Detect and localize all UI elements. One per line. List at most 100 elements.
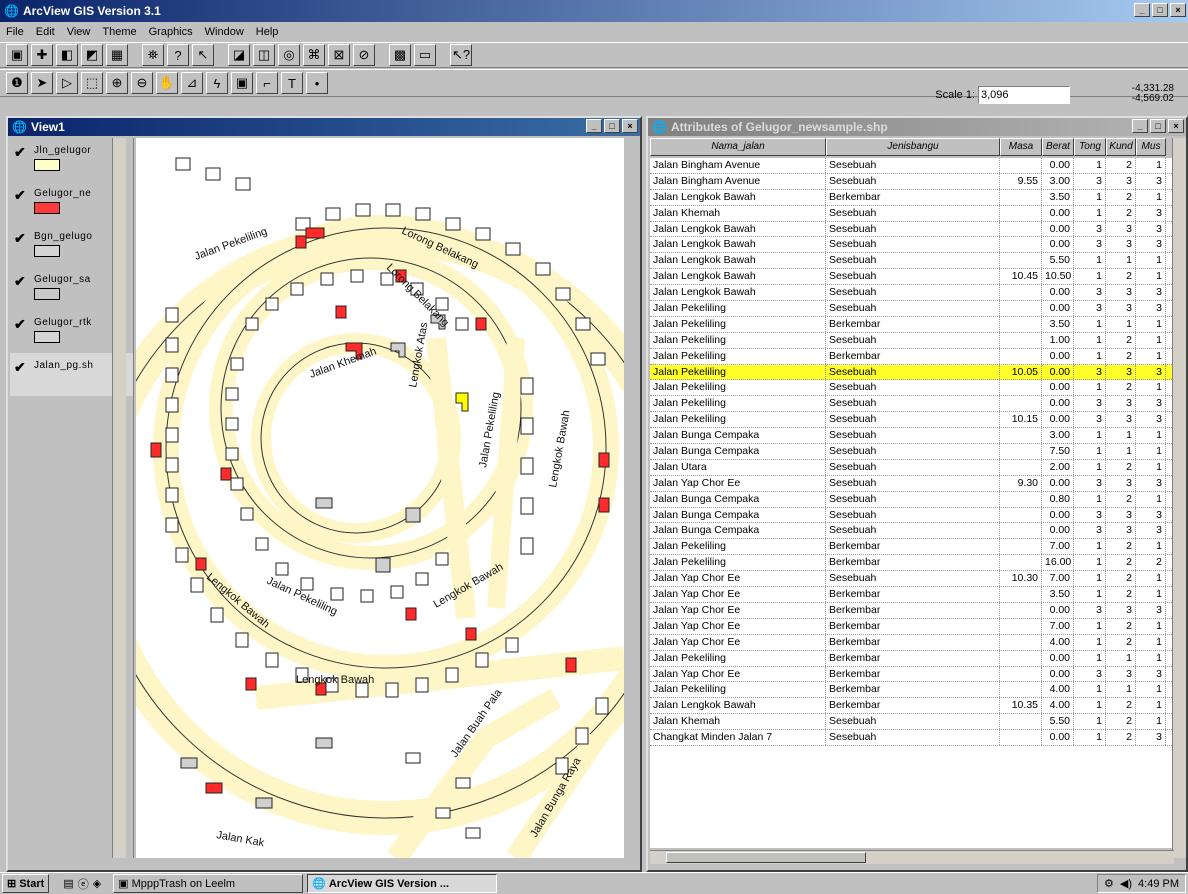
table-cell[interactable]: 1 (1074, 491, 1106, 507)
table-cell[interactable] (1000, 714, 1042, 730)
table-cell[interactable]: 3 (1136, 396, 1166, 412)
hotlink-icon[interactable]: ϟ (206, 72, 228, 94)
table-cell[interactable]: Berkembar (826, 650, 1000, 666)
table-cell[interactable]: 0.00 (1042, 348, 1074, 364)
table-cell[interactable]: 1 (1074, 682, 1106, 698)
column-header[interactable]: Jenisbangu (826, 138, 1000, 156)
visibility-check-icon[interactable]: ✔ (14, 230, 26, 247)
table-cell[interactable] (1000, 348, 1042, 364)
zoom-full-icon[interactable]: ⌘ (303, 44, 325, 66)
table-cell[interactable]: 4.00 (1042, 698, 1074, 714)
table-cell[interactable] (1000, 555, 1042, 571)
table-cell[interactable]: 10.45 (1000, 269, 1042, 285)
table-row[interactable]: Jalan Khemah Sesebuah 5.50 1 2 1 (650, 714, 1178, 731)
table-cell[interactable] (1000, 332, 1042, 348)
table-cell[interactable]: Sesebuah (826, 523, 1000, 539)
add-theme-icon[interactable]: ✚ (31, 44, 53, 66)
table-cell[interactable]: Jalan Utara (650, 459, 826, 475)
select-theme-icon[interactable]: ◫ (253, 44, 275, 66)
internet-explorer-icon[interactable]: ⓔ (78, 876, 89, 892)
table-cell[interactable] (1000, 618, 1042, 634)
table-cell[interactable]: Jalan Yap Chor Ee (650, 634, 826, 650)
table-cell[interactable]: 1 (1136, 158, 1166, 173)
table-cell[interactable]: 1 (1106, 253, 1136, 269)
table-cell[interactable]: 1 (1074, 634, 1106, 650)
table-cell[interactable]: 0.00 (1042, 730, 1074, 745)
table-cell[interactable]: 3.50 (1042, 316, 1074, 332)
identify-icon[interactable]: ❶ (6, 72, 28, 94)
table-cell[interactable]: Sesebuah (826, 237, 1000, 253)
table-cell[interactable]: 0.00 (1042, 475, 1074, 491)
table-cell[interactable] (1000, 650, 1042, 666)
column-header[interactable]: Nama_jalan (650, 138, 826, 156)
table-cell[interactable]: Sesebuah (826, 380, 1000, 396)
table-cell[interactable]: 1 (1074, 459, 1106, 475)
table-cell[interactable]: 3 (1106, 507, 1136, 523)
table-row[interactable]: Jalan Bunga Cempaka Sesebuah 0.80 1 2 1 (650, 491, 1178, 508)
table-cell[interactable]: 1 (1074, 730, 1106, 745)
table-cell[interactable]: 3 (1136, 730, 1166, 745)
table-cell[interactable]: Sesebuah (826, 173, 1000, 189)
table-cell[interactable]: 3 (1106, 666, 1136, 682)
table-row[interactable]: Jalan Utara Sesebuah 2.00 1 2 1 (650, 459, 1178, 476)
table-cell[interactable]: 3.50 (1042, 189, 1074, 205)
table-cell[interactable]: Jalan Yap Chor Ee (650, 618, 826, 634)
table-cell[interactable]: 3 (1074, 221, 1106, 237)
table-cell[interactable] (1000, 491, 1042, 507)
table-cell[interactable]: 2 (1106, 634, 1136, 650)
draw-point-icon[interactable]: • (306, 72, 328, 94)
street-map[interactable]: Jalan Pekeliling Jalan Khemah Lorong Bel… (136, 138, 624, 858)
table-row[interactable]: Jalan Pekeliling Sesebuah 0.00 1 2 1 (650, 380, 1178, 397)
table-cell[interactable]: 3 (1074, 396, 1106, 412)
table-cell[interactable]: 1 (1074, 428, 1106, 444)
menu-graphics[interactable]: Graphics (149, 26, 193, 38)
table-cell[interactable]: Jalan Lengkok Bawah (650, 189, 826, 205)
table-cell[interactable]: 3 (1106, 173, 1136, 189)
table-cell[interactable]: 2 (1106, 491, 1136, 507)
table-cell[interactable]: 0.00 (1042, 380, 1074, 396)
table-cell[interactable] (1000, 634, 1042, 650)
open-table-icon[interactable]: ▦ (106, 44, 128, 66)
callout-icon[interactable]: ⌐ (256, 72, 278, 94)
table-cell[interactable]: 1 (1106, 444, 1136, 459)
table-cell[interactable]: Jalan Yap Chor Ee (650, 587, 826, 602)
table-cell[interactable]: 2 (1106, 730, 1136, 745)
table-cell[interactable]: 1 (1136, 618, 1166, 634)
table-cell[interactable]: 0.00 (1042, 666, 1074, 682)
table-row[interactable]: Jalan Yap Chor Ee Sesebuah 10.30 7.00 1 2 1 (650, 571, 1178, 588)
table-cell[interactable]: 2 (1106, 459, 1136, 475)
table-cell[interactable]: 1 (1074, 269, 1106, 285)
table-cell[interactable]: 1 (1074, 714, 1106, 730)
table-row[interactable]: Jalan Yap Chor Ee Berkembar 0.00 3 3 3 (650, 602, 1178, 619)
table-cell[interactable]: Sesebuah (826, 475, 1000, 491)
table-cell[interactable]: 0.00 (1042, 523, 1074, 539)
table-cell[interactable]: 4.00 (1042, 634, 1074, 650)
table-cell[interactable]: 3 (1074, 173, 1106, 189)
table-cell[interactable]: 1 (1074, 253, 1106, 269)
table-cell[interactable]: 1 (1136, 682, 1166, 698)
table-cell[interactable]: Jalan Pekeliling (650, 396, 826, 412)
locate-address-icon[interactable]: ↖ (192, 44, 214, 66)
table-cell[interactable] (1000, 253, 1042, 269)
channels-icon[interactable]: ◈ (93, 877, 101, 890)
column-header[interactable]: Berat (1042, 138, 1074, 156)
table-cell[interactable]: Berkembar (826, 316, 1000, 332)
start-button[interactable]: ⊞ Start (2, 874, 50, 893)
table-cell[interactable]: Sesebuah (826, 396, 1000, 412)
table-cell[interactable] (1000, 444, 1042, 459)
table-cell[interactable]: 3 (1136, 285, 1166, 301)
table-cell[interactable]: 2 (1106, 348, 1136, 364)
table-cell[interactable]: 3 (1074, 666, 1106, 682)
table-cell[interactable]: 1 (1074, 587, 1106, 602)
close-button[interactable]: × (1170, 3, 1186, 17)
table-row[interactable]: Jalan Yap Chor Ee Berkembar 3.50 1 2 1 (650, 587, 1178, 603)
table-cell[interactable]: 3 (1136, 364, 1166, 380)
table-cell[interactable]: 3.00 (1042, 173, 1074, 189)
table-cell[interactable]: 3 (1106, 221, 1136, 237)
table-cell[interactable]: Berkembar (826, 602, 1000, 618)
table-cell[interactable]: 0.00 (1042, 396, 1074, 412)
table-cell[interactable]: 1 (1136, 253, 1166, 269)
table-cell[interactable]: Sesebuah (826, 730, 1000, 745)
table-cell[interactable]: 0.00 (1042, 602, 1074, 618)
table-cell[interactable]: 3 (1074, 301, 1106, 316)
